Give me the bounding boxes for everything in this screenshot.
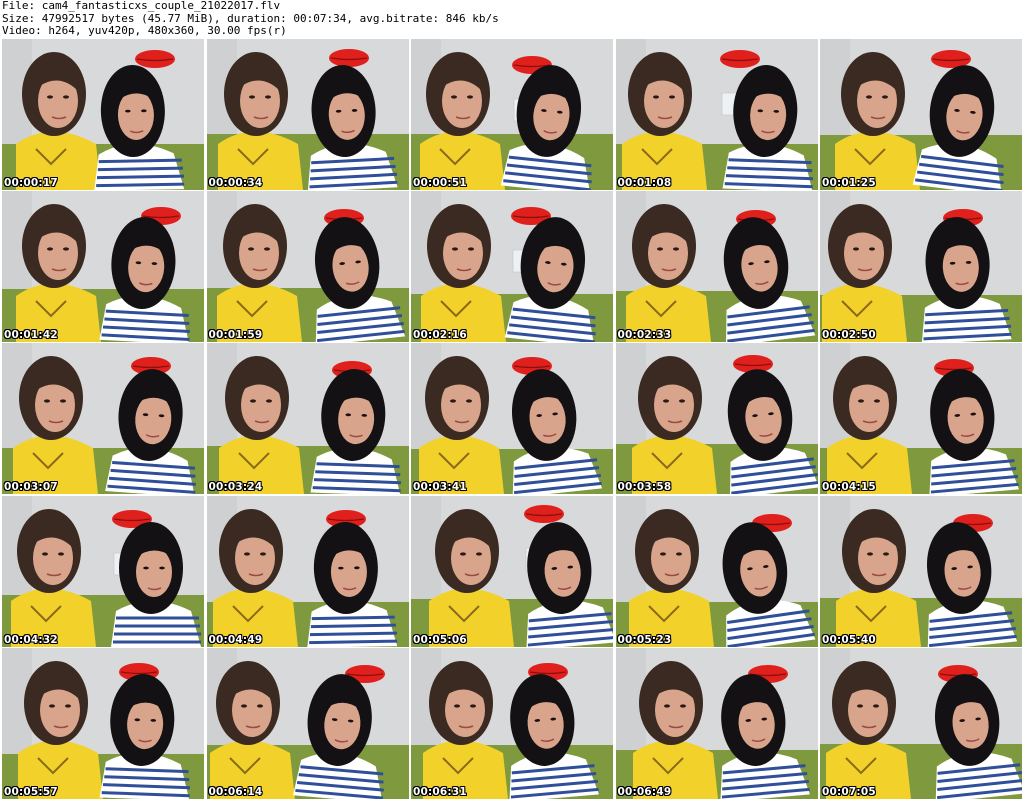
video-frame-image	[615, 191, 818, 343]
video-frame-image	[820, 343, 1022, 495]
video-frame-image	[615, 39, 818, 190]
video-frame-image	[411, 343, 613, 495]
video-info-line: Video: h264, yuv420p, 480x360, 30.00 fps…	[2, 24, 287, 37]
video-frame-image	[615, 343, 818, 495]
timestamp-label: 00:06:14	[208, 785, 263, 798]
thumbnail-frame: 00:06:14	[206, 647, 409, 799]
timestamp-label: 00:01:25	[822, 177, 876, 189]
thumbnail-frame: 00:03:41	[411, 343, 613, 495]
timestamp-label: 00:05:40	[822, 633, 876, 646]
video-frame-image	[206, 191, 409, 343]
timestamp-label: 00:01:08	[617, 177, 672, 189]
thumbnail-frame: 00:04:32	[2, 495, 204, 647]
contact-sheet: File: cam4_fantasticxs_couple_21022017.f…	[0, 0, 1024, 799]
thumbnail-frame: 00:05:40	[820, 495, 1022, 647]
video-frame-image	[206, 343, 409, 495]
video-frame-image	[820, 647, 1022, 799]
thumbnail-frame: 00:00:17	[2, 39, 204, 190]
thumbnail-frame: 00:05:57	[2, 647, 204, 799]
video-frame-image	[820, 495, 1022, 647]
timestamp-label: 00:03:58	[617, 481, 672, 494]
video-frame-image	[2, 647, 204, 799]
timestamp-label: 00:03:41	[413, 481, 467, 494]
video-frame-image	[615, 647, 818, 799]
video-frame-image	[820, 191, 1022, 343]
thumbnail-frame: 00:06:49	[615, 647, 818, 799]
timestamp-label: 00:00:34	[208, 177, 263, 189]
file-name-line: File: cam4_fantasticxs_couple_21022017.f…	[2, 0, 281, 12]
thumbnail-frame: 00:05:23	[615, 495, 818, 647]
thumbnail-frame: 00:02:33	[615, 191, 818, 343]
thumbnail-frame: 00:03:58	[615, 343, 818, 495]
thumbnail-frame: 00:01:42	[2, 191, 204, 343]
timestamp-label: 00:06:31	[413, 785, 467, 798]
timestamp-label: 00:04:49	[208, 633, 263, 646]
thumbnail-frame: 00:05:06	[411, 495, 613, 647]
timestamp-label: 00:01:59	[208, 329, 263, 342]
timestamp-label: 00:00:51	[413, 177, 467, 189]
timestamp-label: 00:05:06	[413, 633, 467, 646]
timestamp-label: 00:01:42	[4, 329, 58, 342]
video-frame-image	[206, 647, 409, 799]
thumbnail-frame: 00:07:05	[820, 647, 1022, 799]
timestamp-label: 00:03:07	[4, 481, 58, 494]
thumbnail-frame: 00:06:31	[411, 647, 613, 799]
timestamp-label: 00:04:32	[4, 633, 58, 646]
thumbnail-frame: 00:02:16	[411, 191, 613, 343]
video-frame-image	[411, 495, 613, 647]
timestamp-label: 00:02:33	[617, 329, 672, 342]
video-frame-image	[2, 495, 204, 647]
video-frame-image	[411, 39, 613, 190]
video-frame-image	[206, 495, 409, 647]
thumbnail-frame: 00:01:08	[615, 39, 818, 190]
video-frame-image	[411, 191, 613, 343]
timestamp-label: 00:02:50	[822, 329, 876, 342]
thumbnail-frame: 00:03:07	[2, 343, 204, 495]
video-frame-image	[206, 39, 409, 190]
timestamp-label: 00:05:57	[4, 785, 58, 798]
video-frame-image	[411, 647, 613, 799]
video-frame-image	[615, 495, 818, 647]
thumbnail-frame: 00:04:15	[820, 343, 1022, 495]
timestamp-label: 00:02:16	[413, 329, 467, 342]
thumbnail-frame: 00:03:24	[206, 343, 409, 495]
thumbnail-frame: 00:02:50	[820, 191, 1022, 343]
video-frame-image	[2, 191, 204, 343]
thumbnail-frame: 00:00:34	[206, 39, 409, 190]
thumbnail-frame: 00:04:49	[206, 495, 409, 647]
thumbnail-frame: 00:01:59	[206, 191, 409, 343]
timestamp-label: 00:05:23	[617, 633, 672, 646]
timestamp-label: 00:04:15	[822, 481, 876, 494]
timestamp-label: 00:06:49	[617, 785, 672, 798]
video-frame-image	[820, 39, 1022, 190]
thumbnail-grid: 00:00:17 00:00:34 00:00:51 00:01:08 00:0…	[2, 39, 1022, 799]
timestamp-label: 00:07:05	[822, 785, 876, 798]
timestamp-label: 00:03:24	[208, 481, 263, 494]
video-frame-image	[2, 343, 204, 495]
video-frame-image	[2, 39, 204, 190]
timestamp-label: 00:00:17	[4, 177, 58, 189]
thumbnail-frame: 00:00:51	[411, 39, 613, 190]
thumbnail-frame: 00:01:25	[820, 39, 1022, 190]
file-info-header: File: cam4_fantasticxs_couple_21022017.f…	[2, 0, 1022, 38]
